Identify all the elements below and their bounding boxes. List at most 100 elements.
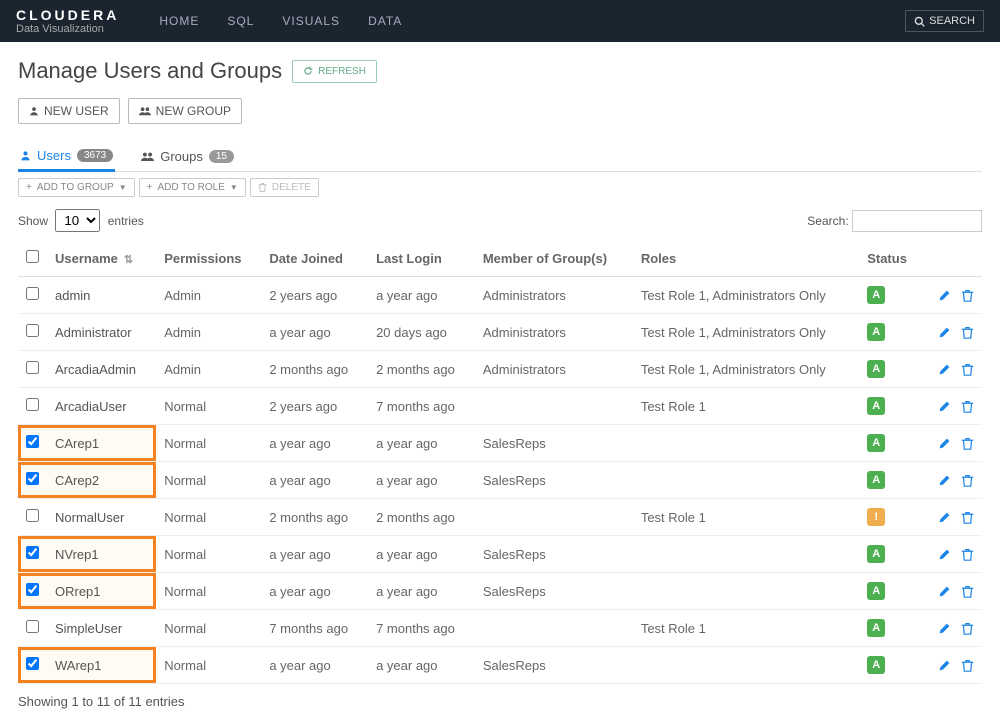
nav-data[interactable]: DATA	[368, 14, 402, 28]
entries-label: entries	[108, 214, 144, 228]
edit-icon[interactable]	[938, 437, 951, 450]
search-button[interactable]: SEARCH	[905, 10, 984, 32]
new-user-button[interactable]: NEW USER	[18, 98, 120, 124]
trash-icon[interactable]	[961, 400, 974, 413]
permissions-cell: Normal	[156, 425, 261, 462]
last-cell: 2 months ago	[368, 351, 475, 388]
status-badge: A	[867, 545, 885, 563]
edit-icon[interactable]	[938, 289, 951, 302]
tab-groups[interactable]: Groups 15	[139, 142, 236, 171]
groups-cell	[475, 610, 633, 647]
last-cell: 20 days ago	[368, 314, 475, 351]
table-row: SimpleUserNormal7 months ago7 months ago…	[18, 610, 982, 647]
col-permissions[interactable]: Permissions	[156, 240, 261, 277]
edit-icon[interactable]	[938, 548, 951, 561]
trash-icon[interactable]	[961, 474, 974, 487]
trash-icon[interactable]	[961, 289, 974, 302]
edit-icon[interactable]	[938, 400, 951, 413]
search-label: Search:	[807, 214, 848, 228]
last-cell: a year ago	[368, 573, 475, 610]
col-username[interactable]: Username⇅	[47, 240, 156, 277]
trash-icon[interactable]	[961, 511, 974, 524]
nav-visuals[interactable]: VISUALS	[282, 14, 340, 28]
edit-icon[interactable]	[938, 659, 951, 672]
row-checkbox[interactable]	[26, 583, 39, 596]
username-cell: NVrep1	[55, 547, 99, 562]
last-cell: 2 months ago	[368, 499, 475, 536]
plus-icon: +	[26, 182, 32, 193]
search-input[interactable]	[852, 210, 982, 232]
table-row: NormalUserNormal2 months ago2 months ago…	[18, 499, 982, 536]
nav-links: HOME SQL VISUALS DATA	[159, 14, 905, 28]
table-row: ArcadiaUserNormal2 years ago7 months ago…	[18, 388, 982, 425]
brand: CLOUDERA Data Visualization	[16, 8, 119, 35]
page-size-select[interactable]: 10	[55, 209, 100, 232]
trash-icon[interactable]	[961, 437, 974, 450]
edit-icon[interactable]	[938, 511, 951, 524]
refresh-label: REFRESH	[318, 66, 366, 77]
row-checkbox[interactable]	[26, 398, 39, 411]
bulk-actions: + ADD TO GROUP ▼ + ADD TO ROLE ▼ DELETE	[18, 178, 982, 197]
col-joined[interactable]: Date Joined	[261, 240, 368, 277]
edit-icon[interactable]	[938, 622, 951, 635]
row-checkbox[interactable]	[26, 546, 39, 559]
table-row: AdministratorAdmina year ago20 days agoA…	[18, 314, 982, 351]
select-all-checkbox[interactable]	[26, 250, 39, 263]
roles-cell: Test Role 1, Administrators Only	[633, 314, 859, 351]
add-to-group-button[interactable]: + ADD TO GROUP ▼	[18, 178, 135, 197]
username-cell: Administrator	[55, 325, 132, 340]
col-last-login[interactable]: Last Login	[368, 240, 475, 277]
status-badge: A	[867, 286, 885, 304]
users-count-badge: 3673	[77, 149, 113, 162]
new-group-button[interactable]: NEW GROUP	[128, 98, 242, 124]
page-size-control: Show 10 entries	[18, 209, 144, 232]
groups-cell	[475, 388, 633, 425]
nav-home[interactable]: HOME	[159, 14, 199, 28]
status-badge: A	[867, 323, 885, 341]
col-groups[interactable]: Member of Group(s)	[475, 240, 633, 277]
joined-cell: a year ago	[261, 647, 368, 684]
delete-button[interactable]: DELETE	[250, 178, 319, 197]
table-row: ORrep1Normala year agoa year agoSalesRep…	[18, 573, 982, 610]
edit-icon[interactable]	[938, 474, 951, 487]
tab-users[interactable]: Users 3673	[18, 142, 115, 172]
col-roles[interactable]: Roles	[633, 240, 859, 277]
groups-cell: Administrators	[475, 277, 633, 314]
row-checkbox[interactable]	[26, 361, 39, 374]
status-badge: !	[867, 508, 885, 526]
trash-icon[interactable]	[961, 326, 974, 339]
row-checkbox[interactable]	[26, 657, 39, 670]
row-checkbox[interactable]	[26, 287, 39, 300]
trash-icon[interactable]	[961, 622, 974, 635]
nav-sql[interactable]: SQL	[227, 14, 254, 28]
row-checkbox[interactable]	[26, 620, 39, 633]
joined-cell: 2 years ago	[261, 277, 368, 314]
add-to-role-button[interactable]: + ADD TO ROLE ▼	[139, 178, 246, 197]
col-status[interactable]: Status	[859, 240, 922, 277]
trash-icon[interactable]	[961, 548, 974, 561]
edit-icon[interactable]	[938, 585, 951, 598]
row-checkbox[interactable]	[26, 435, 39, 448]
last-cell: a year ago	[368, 536, 475, 573]
table-footer-info: Showing 1 to 11 of 11 entries	[18, 694, 982, 709]
permissions-cell: Normal	[156, 647, 261, 684]
username-cell: NormalUser	[55, 510, 124, 525]
new-group-label: NEW GROUP	[156, 104, 231, 118]
joined-cell: a year ago	[261, 314, 368, 351]
joined-cell: a year ago	[261, 536, 368, 573]
edit-icon[interactable]	[938, 363, 951, 376]
last-cell: a year ago	[368, 277, 475, 314]
row-checkbox[interactable]	[26, 324, 39, 337]
row-checkbox[interactable]	[26, 509, 39, 522]
edit-icon[interactable]	[938, 326, 951, 339]
trash-icon[interactable]	[961, 659, 974, 672]
refresh-button[interactable]: REFRESH	[292, 60, 377, 83]
trash-icon[interactable]	[961, 585, 974, 598]
username-cell: admin	[55, 288, 90, 303]
row-checkbox[interactable]	[26, 472, 39, 485]
table-controls: Show 10 entries Search:	[18, 209, 982, 232]
status-badge: A	[867, 471, 885, 489]
trash-icon[interactable]	[961, 363, 974, 376]
last-cell: 7 months ago	[368, 388, 475, 425]
status-badge: A	[867, 360, 885, 378]
